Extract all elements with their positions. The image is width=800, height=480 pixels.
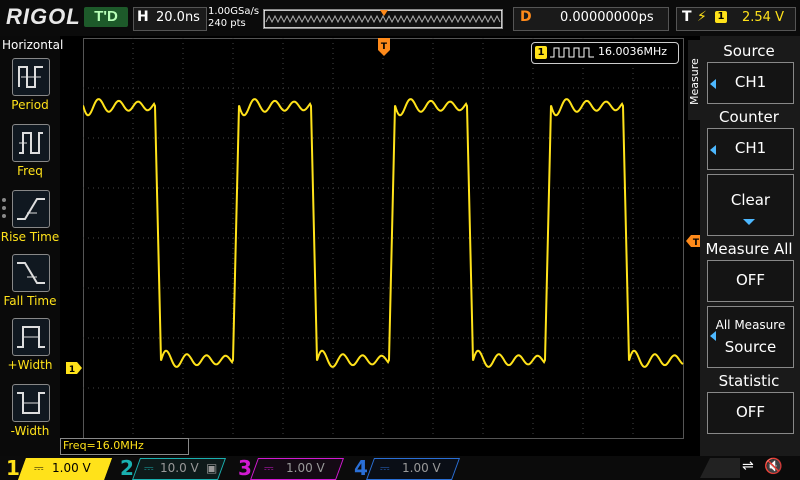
usb-icon: ⇌ <box>742 458 754 474</box>
ch1-number[interactable]: 1 <box>6 456 20 480</box>
ch3-coupling-icon: ⎓ <box>264 461 274 475</box>
measurement-value: 16.0036MHz <box>598 45 668 58</box>
sample-info: 1.00GSa/s 240 pts <box>208 6 259 30</box>
freq-label: Freq <box>17 164 43 178</box>
ch2-number[interactable]: 2 <box>120 456 134 480</box>
freq-icon[interactable] <box>12 124 50 162</box>
statistic-value: OFF <box>735 403 766 421</box>
trigger-status-badge: T'D <box>84 7 128 27</box>
period-icon[interactable] <box>12 58 50 96</box>
clear-label: Clear <box>730 191 771 209</box>
svg-text:T: T <box>381 42 388 52</box>
waveform-grid[interactable] <box>83 38 684 439</box>
svg-text:1: 1 <box>69 365 75 374</box>
source-value: CH1 <box>734 73 767 91</box>
ch4-number[interactable]: 4 <box>354 456 368 480</box>
svg-text:T: T <box>693 238 700 247</box>
ch2-scale: 10.0 V <box>160 461 199 475</box>
all-measure-source-softkey[interactable] <box>707 306 794 368</box>
menu-page-dot <box>2 206 6 210</box>
timebase-value: 20.0ns <box>156 10 200 25</box>
trigger-label: T <box>682 9 692 25</box>
measure-all-title: Measure All <box>705 240 793 258</box>
rise-time-label: Rise Time <box>0 230 60 244</box>
horizontal-offset-value: 0.00000000ps <box>560 10 654 25</box>
ch3-number[interactable]: 3 <box>238 456 252 480</box>
trigger-source-badge: 1 <box>715 11 727 23</box>
square-wave-icon <box>550 47 594 58</box>
ch1-coupling-icon: ⎓ <box>34 461 44 475</box>
fall-time-icon[interactable] <box>12 254 50 292</box>
measure-menu-label: Measure <box>688 58 701 106</box>
ch4-coupling-icon: ⎓ <box>380 461 390 475</box>
positive-width-label: +Width <box>7 358 53 372</box>
status-tab-shape <box>700 458 740 478</box>
counter-softkey-title: Counter <box>719 108 779 126</box>
negative-width-label: -Width <box>10 424 50 438</box>
trigger-level-value: 2.54 V <box>742 10 784 25</box>
trigger-position-marker[interactable]: T <box>378 38 390 56</box>
ch1-scale: 1.00 V <box>52 461 91 475</box>
down-arrow-icon <box>743 219 755 225</box>
ch2-coupling-icon: ⎓ <box>144 461 154 475</box>
ch3-scale: 1.00 V <box>286 461 325 475</box>
all-measure-source-label: Source <box>724 338 777 356</box>
menu-page-dot <box>2 214 6 218</box>
delay-label: D <box>520 9 532 25</box>
measurement-channel-badge: 1 <box>535 46 547 59</box>
memory-depth: 240 pts <box>208 18 246 29</box>
rise-time-icon[interactable] <box>12 190 50 228</box>
left-menu-title: Horizontal <box>2 38 64 52</box>
memory-waveform-strip[interactable] <box>263 9 503 29</box>
period-label: Period <box>11 98 49 112</box>
menu-page-dot <box>2 198 6 202</box>
ch1-ground-marker[interactable]: 1 <box>66 362 82 374</box>
speaker-mute-icon[interactable]: 🔇 <box>764 457 783 475</box>
all-measure-label: All Measure <box>715 318 786 332</box>
memory-trigger-marker <box>380 10 388 16</box>
horizontal-label: H <box>137 9 149 25</box>
frequency-readout: Freq=16.0MHz <box>63 439 144 452</box>
negative-width-icon[interactable] <box>12 384 50 422</box>
statistic-title: Statistic <box>718 372 780 390</box>
source-softkey-title: Source <box>723 42 775 60</box>
rising-edge-icon: ⚡ <box>697 9 707 25</box>
counter-value: CH1 <box>734 139 767 157</box>
rigol-logo: RIGOL <box>6 4 81 29</box>
ch4-scale: 1.00 V <box>402 461 441 475</box>
measure-all-value: OFF <box>735 271 766 289</box>
positive-width-icon[interactable] <box>12 318 50 356</box>
sample-rate: 1.00GSa/s <box>208 6 260 17</box>
ch2-probe-icon: ▣ <box>206 461 218 475</box>
fall-time-label: Fall Time <box>3 294 57 308</box>
